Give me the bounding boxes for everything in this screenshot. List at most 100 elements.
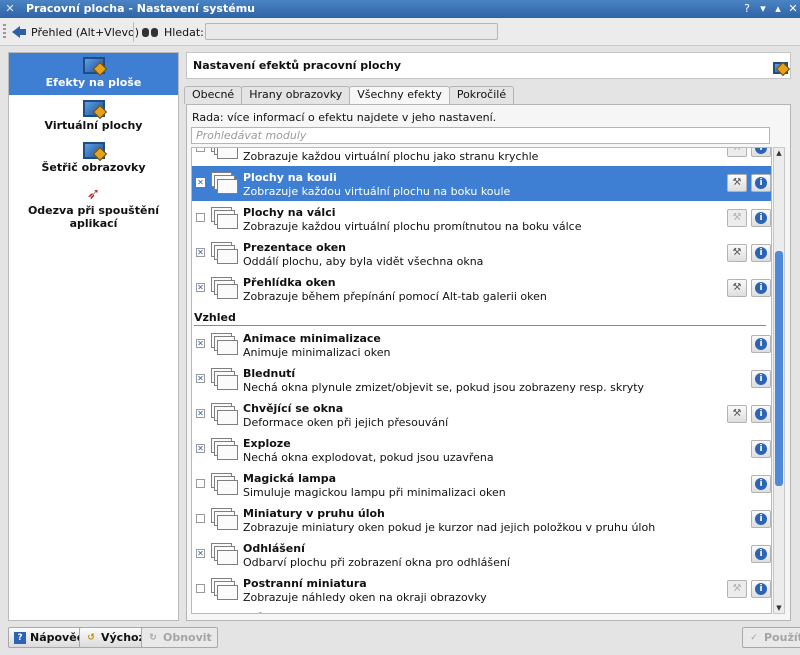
effect-row[interactable]: Plochy na válci Zobrazuje každou virtuáln… (192, 201, 771, 236)
apply-check-icon: ✓ (750, 632, 758, 643)
effect-title: Průhlednost (243, 612, 318, 613)
scroll-up-icon[interactable]: ▲ (774, 148, 784, 158)
effect-description: Nechá okna plynule zmizet/objevit se, po… (243, 381, 645, 394)
effect-row[interactable]: ✕ Animace minimalizace Animuje minimalizac… (192, 327, 771, 362)
effect-title: Animace minimalizace (243, 332, 381, 345)
effect-checkbox[interactable]: ✕ (196, 339, 205, 348)
info-icon[interactable] (751, 174, 771, 192)
effect-row[interactable]: ✕ Exploze Nechá okna explodovat, pokud jso… (192, 432, 771, 467)
search-label-group: Hledat: (142, 23, 204, 41)
scroll-down-icon[interactable]: ▼ (774, 603, 784, 613)
tab-advanced[interactable]: Pokročilé (448, 86, 515, 104)
effect-title: Plochy na kouli (243, 171, 337, 184)
maximize-window-icon[interactable]: ▴ (771, 2, 785, 16)
configure-wrench-icon[interactable]: ⚒ (727, 148, 747, 157)
list-scrollbar[interactable]: ▲ ▼ (773, 147, 785, 614)
effect-description: Zobrazuje náhledy oken na okraji obrazov… (243, 591, 487, 604)
effect-row[interactable]: Postranní miniatura Zobrazuje náhledy oke… (192, 572, 771, 607)
effect-title: Prezentace oken (243, 241, 347, 254)
effect-row[interactable]: ✕ Plochy na kouli Zobrazuje každou virtuál… (192, 166, 771, 201)
window-stack-icon (211, 403, 238, 426)
effect-description: Zobrazuje během přepínání pomocí Alt-tab… (243, 290, 547, 303)
effect-checkbox[interactable] (196, 514, 205, 523)
effect-row[interactable]: ✕ Přehlídka oken Zobrazuje během přepínání… (192, 271, 771, 306)
reset-icon: ↻ (149, 632, 157, 643)
configure-wrench-icon[interactable]: ⚒ (727, 405, 747, 423)
desktop-effects-icon (82, 57, 105, 74)
effect-checkbox[interactable]: ✕ (196, 549, 205, 558)
effect-row[interactable]: ✕ Prezentace oken Oddálí plochu, aby byla … (192, 236, 771, 271)
sidebar-item-label: Odezva při spouštění aplikací (27, 204, 160, 230)
minimize-window-icon[interactable]: ▾ (756, 2, 770, 16)
info-icon[interactable] (751, 440, 771, 458)
effect-row[interactable]: Zobrazuje každou virtuální plochu jako s… (192, 148, 771, 166)
configure-wrench-icon[interactable]: ⚒ (727, 580, 747, 598)
toolbar-handle[interactable] (3, 24, 6, 40)
group-header-appearance: Vzhled (194, 308, 766, 326)
effect-description: Oddálí plochu, aby byla vidět všechna ok… (243, 255, 484, 268)
title-bar: ✕ Pracovní plocha - Nastavení systému ? … (0, 0, 800, 18)
reset-button[interactable]: ↻ Obnovit (141, 627, 218, 648)
overview-back-button[interactable]: Přehled (Alt+Vlevo) (12, 22, 139, 42)
tab-all-effects[interactable]: Všechny efekty (349, 86, 450, 105)
info-icon[interactable] (751, 405, 771, 423)
category-list: Efekty na ploše Virtuální plochy Šetřič … (8, 52, 179, 621)
effect-checkbox[interactable]: ✕ (196, 409, 205, 418)
info-icon[interactable] (751, 580, 771, 598)
close-window-icon[interactable]: ✕ (786, 2, 800, 16)
effect-description: Animuje minimalizaci oken (243, 346, 391, 359)
info-icon[interactable] (751, 244, 771, 262)
overview-back-label: Přehled (Alt+Vlevo) (31, 25, 140, 39)
effect-row[interactable]: Magická lampa Simuluje magickou lampu při… (192, 467, 771, 502)
effect-title: Chvějící se okna (243, 402, 344, 415)
effect-checkbox[interactable]: ✕ (196, 283, 205, 292)
sidebar-item-label: Virtuální plochy (44, 119, 143, 132)
effect-checkbox[interactable]: ✕ (196, 248, 205, 257)
effect-checkbox[interactable] (196, 148, 205, 152)
configure-wrench-icon[interactable]: ⚒ (727, 279, 747, 297)
window-stack-icon (211, 543, 238, 566)
info-icon[interactable] (751, 209, 771, 227)
info-icon[interactable] (751, 279, 771, 297)
window-stack-icon (211, 368, 238, 391)
effect-checkbox[interactable] (196, 479, 205, 488)
search-input[interactable] (205, 23, 498, 40)
help-window-icon[interactable]: ? (740, 2, 754, 16)
sidebar-item-launch-feedback[interactable]: ➶ Odezva při spouštění aplikací (9, 181, 178, 230)
effect-title: Exploze (243, 437, 291, 450)
sidebar-item-screensaver[interactable]: Šetřič obrazovky (9, 138, 178, 180)
effect-row[interactable]: ✕ Blednutí Nechá okna plynule zmizet/objev… (192, 362, 771, 397)
effect-checkbox[interactable] (196, 584, 205, 593)
info-icon[interactable] (751, 335, 771, 353)
window-stack-icon (211, 242, 238, 265)
info-icon[interactable] (751, 475, 771, 493)
info-icon[interactable] (751, 148, 771, 157)
apply-button[interactable]: ✓ Použít (742, 627, 800, 648)
filter-input[interactable]: Prohledávat moduly (191, 127, 770, 144)
info-icon[interactable] (751, 545, 771, 563)
effect-row[interactable]: ✕ Odhlášení Odbarví plochu při zobrazení o… (192, 537, 771, 572)
effect-description: Nechá okna explodovat, pokud jsou uzavře… (243, 451, 494, 464)
effect-row[interactable]: ✕ Chvějící se okna Deformace oken při jeji… (192, 397, 771, 432)
configure-wrench-icon[interactable]: ⚒ (727, 244, 747, 262)
window-stack-icon (211, 578, 238, 601)
effect-checkbox[interactable]: ✕ (196, 178, 205, 187)
configure-wrench-icon[interactable]: ⚒ (727, 174, 747, 192)
sidebar-item-virtual-desktops[interactable]: Virtuální plochy (9, 96, 178, 138)
effect-checkbox[interactable]: ✕ (196, 444, 205, 453)
toolbar: Přehled (Alt+Vlevo) Hledat: (0, 18, 800, 46)
app-menu-icon[interactable]: ✕ (3, 2, 17, 16)
effect-checkbox[interactable]: ✕ (196, 374, 205, 383)
effect-row[interactable]: Průhlednost (192, 607, 771, 613)
info-icon[interactable] (751, 370, 771, 388)
window-stack-icon (211, 148, 238, 160)
configure-wrench-icon[interactable]: ⚒ (727, 209, 747, 227)
effect-checkbox[interactable] (196, 213, 205, 222)
tab-general[interactable]: Obecné (184, 86, 243, 104)
effect-row[interactable]: Miniatury v pruhu úloh Zobrazuje miniatur… (192, 502, 771, 537)
info-icon[interactable] (751, 510, 771, 528)
effect-title: Postranní miniatura (243, 577, 367, 590)
scroll-thumb[interactable] (775, 251, 783, 486)
tab-screen-edges[interactable]: Hrany obrazovky (241, 86, 351, 104)
sidebar-item-desktop-effects[interactable]: Efekty na ploše (9, 53, 178, 95)
